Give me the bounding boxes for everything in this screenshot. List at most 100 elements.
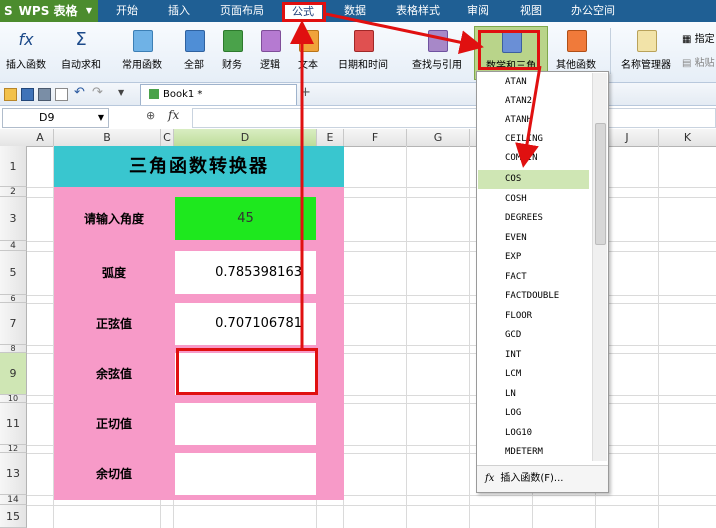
text-functions-button[interactable]: 文本 [290,26,326,78]
dropdown-item[interactable]: ATAN [478,73,589,92]
column-header-g[interactable]: G [407,129,470,147]
paste-icon: ▤ [682,58,692,69]
all-functions-button[interactable]: 全部 [176,26,212,78]
highlight-formulas-tab [282,2,326,22]
dropdown-item[interactable]: LN [478,385,589,404]
dropdown-item[interactable]: EVEN [478,229,589,248]
row-header-8[interactable]: 8 [0,345,27,353]
column-header-e[interactable]: E [317,129,344,147]
gridline [658,146,659,528]
sine-cell[interactable]: 0.707106781 [175,303,316,345]
dropdown-item[interactable]: EXP [478,248,589,267]
tangent-cell[interactable] [175,403,316,445]
define-name-button[interactable]: ▦ 指定 [682,30,715,45]
cotangent-cell[interactable] [175,453,316,495]
dropdown-item[interactable]: MDETERM [478,443,589,462]
scrollbar-thumb[interactable] [595,123,606,245]
dropdown-item[interactable]: LOG [478,404,589,423]
paste-name-button[interactable]: ▤ 粘贴 [682,54,715,69]
print-icon[interactable] [38,88,51,101]
row-header-11[interactable]: 11 [0,403,27,445]
select-all-corner[interactable] [0,129,28,147]
zoom-icon[interactable]: ⊕ [146,109,155,122]
row-header-5[interactable]: 5 [0,251,27,295]
dropdown-item[interactable]: CEILING [478,130,589,149]
book-icon [133,30,153,52]
highlight-cosine-cell [176,348,318,395]
row-header-6[interactable]: 6 [0,295,27,303]
dropdown-item[interactable]: COSH [478,190,589,209]
label-sine[interactable]: 正弦值 [56,303,172,345]
fx-icon: fx [18,30,34,49]
tab-data[interactable]: 数据 [336,0,374,22]
row-header-2[interactable]: 2 [0,187,27,197]
dropdown-item[interactable]: LOG10 [478,424,589,443]
dropdown-item[interactable]: GCD [478,326,589,345]
row-header-13[interactable]: 13 [0,453,27,495]
dropdown-item[interactable]: LCM [478,365,589,384]
label-cotangent[interactable]: 余切值 [56,453,172,495]
column-header-d[interactable]: D [174,129,317,147]
tab-start[interactable]: 开始 [108,0,146,22]
label-tangent[interactable]: 正切值 [56,403,172,445]
print-preview-icon[interactable] [55,88,68,101]
dropdown-item[interactable]: FACTDOUBLE [478,287,589,306]
open-folder-icon[interactable] [4,88,17,101]
dropdown-item[interactable]: INT [478,346,589,365]
insert-function-menu-item[interactable]: fx 插入函数(F)... [477,465,608,492]
row-header-9[interactable]: 9 [0,353,27,395]
tab-office-space[interactable]: 办公空间 [564,0,622,22]
fx-icon[interactable]: fx [168,108,179,122]
insert-function-button[interactable]: fx 插入函数 [4,26,48,78]
autosum-button[interactable]: Σ 自动求和 [56,26,106,78]
tab-review[interactable]: 审阅 [459,0,497,22]
tab-page-layout[interactable]: 页面布局 [214,0,270,22]
row-header-12[interactable]: 12 [0,445,27,453]
radians-cell[interactable]: 0.785398163 [175,251,316,294]
save-icon[interactable] [21,88,34,101]
logical-functions-button[interactable]: 逻辑 [252,26,288,78]
app-menu-button[interactable]: S WPS 表格 ▼ [0,0,98,22]
book-icon [567,30,587,52]
dropdown-item[interactable]: ATAN2 [478,92,589,111]
dropdown-item[interactable]: ATANH [478,111,589,130]
row-header-1[interactable]: 1 [0,146,27,187]
tab-insert[interactable]: 插入 [160,0,198,22]
undo-icon[interactable]: ↶ [74,85,85,100]
column-header-f[interactable]: F [344,129,407,147]
new-tab-icon[interactable]: + [300,85,311,100]
label-cosine[interactable]: 余弦值 [56,353,172,395]
dropdown-scrollbar[interactable] [592,73,607,461]
financial-functions-button[interactable]: 财务 [214,26,250,78]
tab-table-style[interactable]: 表格样式 [390,0,446,22]
column-header-k[interactable]: K [659,129,716,147]
angle-input-cell[interactable]: 45 [175,197,316,240]
converter-title[interactable]: 三角函数转换器 [54,146,344,187]
label-radians[interactable]: 弧度 [56,251,172,295]
tab-view[interactable]: 视图 [512,0,550,22]
column-header-b[interactable]: B [54,129,161,147]
qat-dropdown-icon[interactable]: ▼ [118,88,124,97]
row-header-3[interactable]: 3 [0,197,27,241]
row-header-14[interactable]: 14 [0,495,27,505]
label-angle-input[interactable]: 请输入角度 [56,197,172,241]
formula-input[interactable] [192,108,716,128]
dropdown-item[interactable]: FACT [478,268,589,287]
column-header-c[interactable]: C [161,129,174,147]
dropdown-item[interactable]: COMBIN [478,149,589,168]
row-header-10[interactable]: 10 [0,395,27,403]
row-header-15[interactable]: 15 [0,505,27,528]
name-manager-button[interactable]: 名称管理器 [616,26,676,78]
redo-icon[interactable]: ↷ [92,85,103,100]
common-functions-button[interactable]: 常用函数 [114,26,170,78]
name-box[interactable]: D9 ▼ [2,108,109,128]
dropdown-item[interactable]: DEGREES [478,209,589,228]
workbook-tab[interactable]: Book1 * [140,84,297,105]
column-header-a[interactable]: A [27,129,54,147]
dropdown-item[interactable]: FLOOR [478,307,589,326]
row-header-4[interactable]: 4 [0,241,27,251]
date-time-functions-button[interactable]: 日期和时间 [330,26,396,78]
row-header-7[interactable]: 7 [0,303,27,345]
lookup-functions-button[interactable]: 查找与引用 [404,26,470,78]
dropdown-item-cos[interactable]: COS [478,170,589,189]
